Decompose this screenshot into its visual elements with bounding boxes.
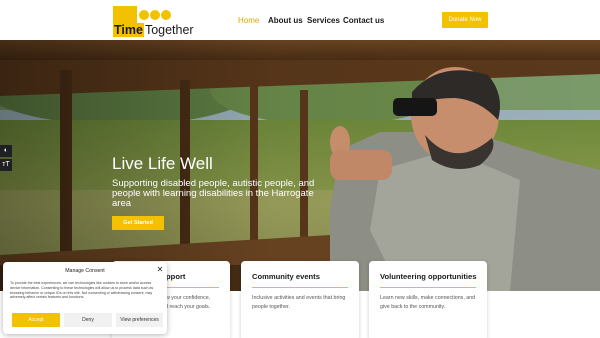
logo-dot-icon	[161, 10, 171, 20]
nav-about-us[interactable]: About us	[268, 14, 303, 28]
contrast-toggle-icon[interactable]: ◐	[0, 145, 12, 157]
card-volunteering[interactable]: Volunteering opportunities Learn new ski…	[369, 261, 487, 338]
card-title: Community events	[252, 272, 320, 281]
logo-word-time: Time	[113, 23, 144, 37]
close-icon[interactable]: ✕	[156, 266, 164, 274]
text-size-icon[interactable]: тT	[0, 159, 12, 171]
get-started-button[interactable]: Get Started	[112, 216, 164, 230]
donate-button[interactable]: Donate Now	[442, 12, 488, 28]
hero-subtitle: Supporting disabled people, autistic peo…	[112, 178, 315, 209]
nav-home[interactable]: Home	[238, 14, 259, 28]
nav-services[interactable]: Services	[307, 14, 340, 28]
card-description: Learn new skills, make connections, and …	[380, 295, 476, 310]
card-description: Inclusive activities and events that bri…	[252, 295, 346, 310]
nav-contact-us[interactable]: Contact us	[343, 14, 384, 28]
card-divider	[380, 287, 476, 288]
card-divider	[252, 287, 348, 288]
consent-title: Manage Consent	[65, 268, 105, 274]
logo-dot-icon	[139, 10, 149, 20]
view-preferences-button[interactable]: View preferences	[116, 313, 163, 327]
hero-background-image	[0, 40, 600, 291]
logo-word-together: Together	[144, 23, 194, 37]
card-community-events[interactable]: Community events Inclusive activities an…	[241, 261, 359, 338]
hero-title: Live Life Well	[112, 154, 213, 173]
logo-dot-icon	[150, 10, 160, 20]
logo-text: Time Together	[113, 23, 194, 37]
hero-section: Live Life Well Supporting disabled peopl…	[0, 40, 600, 291]
consent-body: To provide the best experiences, we use …	[10, 281, 154, 300]
cookie-consent-dialog: Manage Consent ✕ To provide the best exp…	[3, 262, 167, 334]
accept-button[interactable]: Accept	[12, 313, 60, 327]
site-header: Time Together Home About us Services Cont…	[0, 0, 600, 40]
card-title: Volunteering opportunities	[380, 272, 477, 281]
logo[interactable]: Time Together	[113, 6, 194, 37]
deny-button[interactable]: Deny	[64, 313, 112, 327]
